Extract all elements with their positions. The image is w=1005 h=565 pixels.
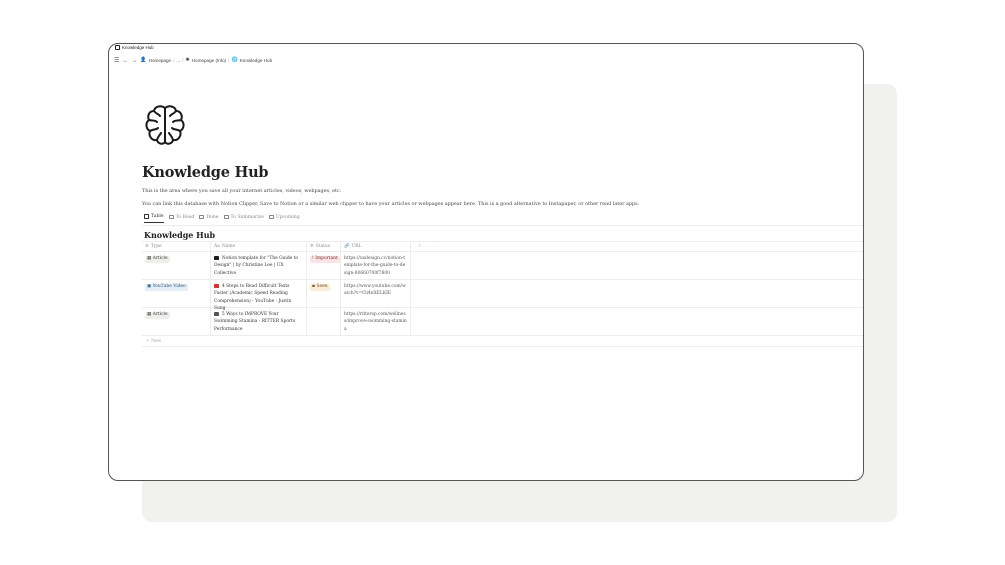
- page-description-2: You can link this database with Notion C…: [142, 201, 640, 207]
- topbar: ☰ ← → 👤 Homepage / ... / ✺ Homepage (Inf…: [114, 56, 272, 65]
- name-cell[interactable]: 5 Ways to IMPROVE Your Swimming Stamina …: [211, 308, 307, 335]
- type-tag-article: ▦ Article: [145, 255, 170, 263]
- url-cell[interactable]: https://uxdesign.cc/notion-template-for-…: [341, 252, 411, 279]
- table-icon: [199, 214, 205, 220]
- name-cell[interactable]: 4 Steps to Read Difficult Texts Faster (…: [211, 280, 307, 311]
- list-icon: ≡: [145, 244, 149, 249]
- eye-icon: ▪: [312, 284, 315, 289]
- tab-done[interactable]: Done: [199, 214, 219, 223]
- ux-collective-favicon-icon: [214, 255, 219, 260]
- text-icon: Aa: [214, 244, 220, 249]
- column-header-url[interactable]: 🔗 URL: [341, 242, 411, 251]
- ritter-favicon-icon: [214, 311, 219, 316]
- table-row[interactable]: ▦ Article 5 Ways to IMPROVE Your Swimmin…: [142, 308, 863, 336]
- notion-logo-icon: [115, 45, 120, 50]
- app-window: Knowledge Hub ☰ ← → 👤 Homepage / ... / ✺…: [108, 43, 864, 481]
- breadcrumb-item-knowledge-hub[interactable]: 🌐 Knowledge Hub: [231, 57, 272, 64]
- article-icon: ▦: [147, 256, 152, 261]
- person-icon: 👤: [140, 57, 147, 63]
- table-row[interactable]: ▦ Article Notion template for "The Guide…: [142, 252, 863, 280]
- tabs-divider: [142, 225, 863, 226]
- table-icon: [268, 214, 274, 220]
- page-title: Knowledge Hub: [142, 164, 269, 181]
- video-icon: ▣: [147, 284, 152, 289]
- column-header-status[interactable]: ✲ Status: [307, 242, 341, 251]
- breadcrumb-item-homepage-info[interactable]: ✺ Homepage (Info): [185, 57, 227, 64]
- menu-icon[interactable]: ☰: [114, 58, 119, 64]
- column-header-name[interactable]: Aa Name: [211, 242, 307, 251]
- view-tabs: Table To Read Done To Summarize Upcoming: [144, 214, 300, 223]
- table-icon: [168, 214, 174, 220]
- tab-upcoming[interactable]: Upcoming: [268, 214, 300, 223]
- tab-to-summarize[interactable]: To Summarize: [223, 214, 264, 223]
- link-icon: 🔗: [344, 244, 350, 249]
- table-row[interactable]: ▣ YouTube Video 4 Steps to Read Difficul…: [142, 280, 863, 311]
- url-cell[interactable]: https://www.youtube.com/watch?v=f3i4nXEL…: [341, 280, 411, 307]
- type-cell[interactable]: ▦ Article: [142, 252, 211, 279]
- new-row-button[interactable]: + New: [142, 336, 863, 347]
- status-cell[interactable]: ! Important: [307, 252, 341, 279]
- globe-icon: 🌐: [231, 57, 238, 63]
- page-description-1: This is the area where you save all your…: [142, 188, 342, 194]
- brain-icon[interactable]: [143, 102, 187, 148]
- back-arrow-icon[interactable]: ←: [122, 58, 128, 64]
- type-tag-article: ▦ Article: [145, 311, 170, 319]
- add-column-area: + ···: [411, 242, 863, 251]
- status-cell[interactable]: [307, 308, 341, 335]
- sparkle-icon: ✺: [185, 57, 190, 63]
- status-icon: ✲: [310, 244, 314, 249]
- youtube-favicon-icon: [214, 283, 219, 288]
- column-header-type[interactable]: ≡ Type: [142, 242, 211, 251]
- breadcrumb-item-homepage[interactable]: 👤 Homepage: [140, 57, 171, 64]
- url-cell[interactable]: https://rittersp.com/wellness/improve-sw…: [341, 308, 411, 335]
- type-tag-youtube-video: ▣ YouTube Video: [145, 283, 188, 291]
- table-header: ≡ Type Aa Name ✲ Status 🔗 URL + ···: [142, 241, 863, 252]
- window-title: Knowledge Hub: [122, 45, 154, 50]
- table-icon: [144, 214, 149, 219]
- database-table: ≡ Type Aa Name ✲ Status 🔗 URL + ··· ▦ Ar…: [142, 241, 863, 347]
- table-icon: [223, 214, 229, 220]
- status-cell[interactable]: ▪ Seen: [307, 280, 341, 307]
- window-title-bar: Knowledge Hub: [115, 45, 154, 50]
- tab-to-read[interactable]: To Read: [168, 214, 194, 223]
- status-tag-important: ! Important: [310, 255, 340, 263]
- breadcrumb-item-ellipsis[interactable]: ...: [176, 58, 180, 63]
- breadcrumb: 👤 Homepage / ... / ✺ Homepage (Info) / 🌐…: [140, 57, 273, 64]
- article-icon: ▦: [147, 312, 152, 317]
- status-tag-seen: ▪ Seen: [310, 283, 330, 291]
- type-cell[interactable]: ▦ Article: [142, 308, 211, 335]
- forward-arrow-icon[interactable]: →: [131, 58, 137, 64]
- type-cell[interactable]: ▣ YouTube Video: [142, 280, 211, 307]
- add-column-button[interactable]: + ···: [418, 244, 442, 249]
- tab-table[interactable]: Table: [144, 214, 164, 223]
- database-title[interactable]: Knowledge Hub: [144, 230, 215, 240]
- name-cell[interactable]: Notion template for "The Guide to Design…: [211, 252, 307, 279]
- exclamation-icon: !: [312, 256, 314, 261]
